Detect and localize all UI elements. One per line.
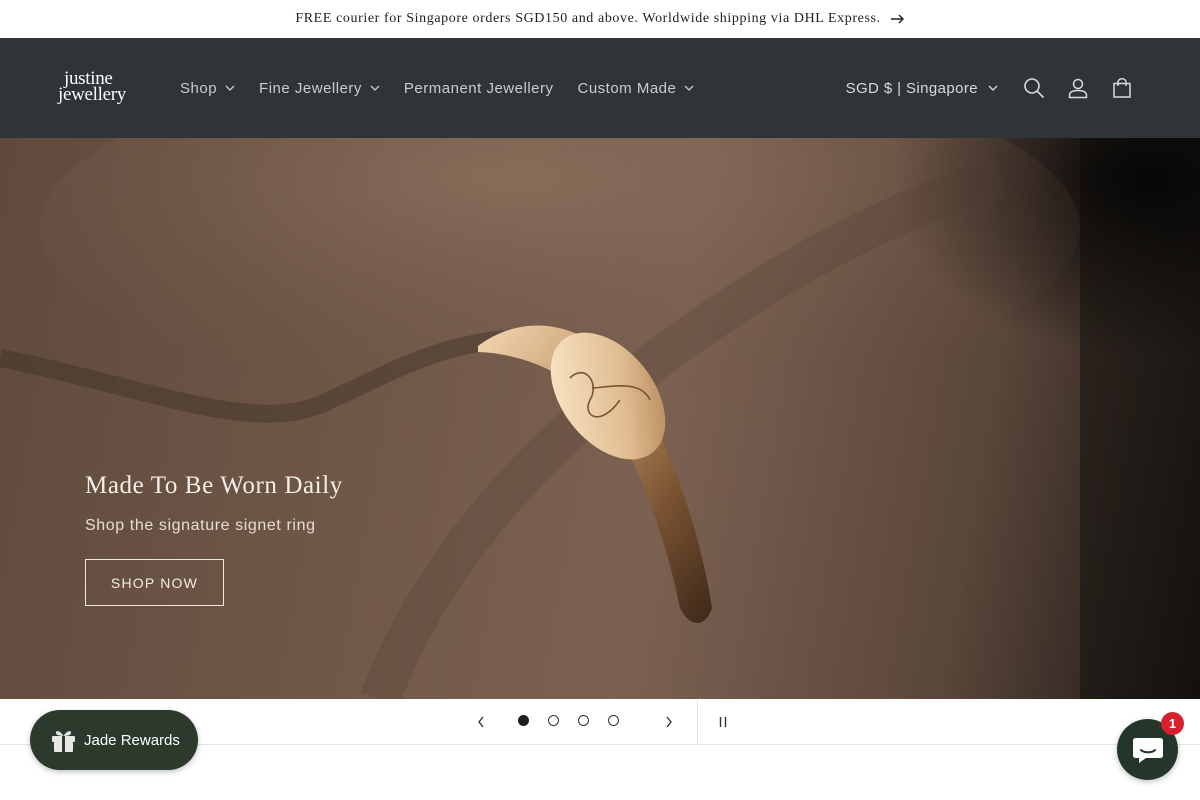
chat-icon — [1132, 737, 1163, 763]
search-button[interactable] — [1012, 66, 1056, 110]
nav-item-permanent-jewellery[interactable]: Permanent Jewellery — [392, 80, 566, 97]
shop-now-button[interactable]: SHOP NOW — [85, 559, 224, 606]
site-header: justine jewellery Shop Fine Jewellery Pe… — [0, 38, 1200, 138]
account-icon — [1068, 78, 1088, 99]
nav-item-fine-jewellery[interactable]: Fine Jewellery — [247, 80, 392, 97]
slide-dot-1[interactable] — [518, 715, 529, 726]
nav-label-fine-jewellery: Fine Jewellery — [259, 79, 362, 97]
logo-line-2: jewellery — [58, 84, 126, 105]
announcement-text: FREE courier for Singapore orders SGD150… — [295, 11, 881, 26]
rewards-label: Jade Rewards — [84, 731, 180, 749]
gift-icon — [52, 730, 75, 752]
slide-dot-2[interactable] — [548, 715, 559, 726]
rewards-button[interactable]: Jade Rewards — [30, 710, 198, 770]
nav-item-shop[interactable]: Shop — [168, 80, 247, 97]
nav-item-custom-made[interactable]: Custom Made — [565, 80, 706, 97]
nav-label-shop: Shop — [180, 79, 218, 97]
header-actions: SGD $ | Singapore — [846, 38, 1144, 138]
pause-icon — [719, 717, 727, 727]
currency-label: SGD $ | Singapore — [845, 79, 978, 97]
cart-button[interactable] — [1100, 66, 1144, 110]
chevron-left-icon — [478, 716, 484, 728]
hero-title: Made To Be Worn Daily — [85, 472, 343, 499]
chevron-down-icon — [988, 85, 998, 91]
slide-dot-3[interactable] — [578, 715, 589, 726]
hero-content: Made To Be Worn Daily Shop the signature… — [85, 472, 343, 606]
announcement-bar[interactable]: FREE courier for Singapore orders SGD150… — [0, 0, 1200, 38]
arrow-right-icon — [890, 14, 904, 24]
nav-label-permanent-jewellery: Permanent Jewellery — [403, 79, 554, 97]
controls-divider — [697, 699, 698, 744]
slide-dot-4[interactable] — [608, 715, 619, 726]
chevron-right-icon — [666, 716, 672, 728]
previous-slide-button[interactable] — [466, 707, 496, 737]
logo[interactable]: justine jewellery — [58, 69, 126, 105]
cart-icon — [1113, 78, 1131, 98]
chevron-down-icon — [225, 85, 235, 91]
chevron-down-icon — [370, 85, 380, 91]
next-slide-button[interactable] — [654, 707, 684, 737]
slide-dots — [518, 715, 619, 726]
search-icon — [1024, 78, 1045, 99]
main-nav: Shop Fine Jewellery Permanent Jewellery … — [168, 38, 706, 138]
currency-selector[interactable]: SGD $ | Singapore — [846, 80, 998, 97]
hero-image — [0, 138, 1200, 699]
chevron-down-icon — [684, 85, 694, 91]
hero-subtitle: Shop the signature signet ring — [85, 517, 316, 534]
hero-slide: Made To Be Worn Daily Shop the signature… — [0, 138, 1200, 699]
nav-label-custom-made: Custom Made — [577, 79, 677, 97]
account-button[interactable] — [1056, 66, 1100, 110]
pause-slideshow-button[interactable] — [710, 707, 736, 737]
chat-notification-badge: 1 — [1161, 712, 1184, 735]
